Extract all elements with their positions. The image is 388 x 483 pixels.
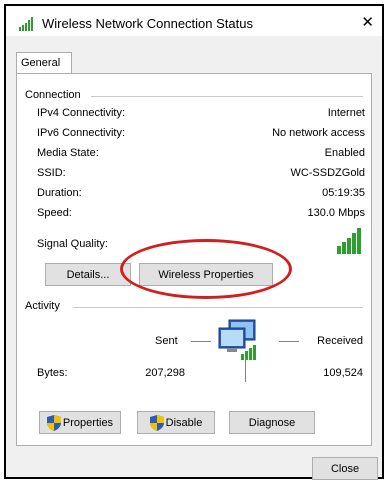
general-panel: Connection IPv4 Connectivity: Internet I… <box>16 73 372 446</box>
wireless-properties-button[interactable]: Wireless Properties <box>139 263 273 286</box>
properties-label: Properties <box>62 416 114 429</box>
title-bar: Wireless Network Connection Status ✕ <box>6 6 382 36</box>
speed-label: Speed: <box>37 207 72 219</box>
ssid-value: WC-SSDZGold <box>290 167 365 179</box>
media-state-value: Enabled <box>324 147 365 159</box>
ipv6-value: No network access <box>272 127 365 139</box>
sent-line <box>191 341 211 342</box>
received-label: Received <box>317 335 363 347</box>
close-icon[interactable]: ✕ <box>361 13 374 31</box>
bytes-sent-value: 207,298 <box>145 367 185 379</box>
bytes-received-value: 109,524 <box>323 367 363 379</box>
window-title: Wireless Network Connection Status <box>42 16 253 31</box>
sent-label: Sent <box>155 335 178 347</box>
properties-button[interactable]: Properties <box>39 411 121 434</box>
ssid-label: SSID: <box>37 167 66 179</box>
speed-value: 130.0 Mbps <box>307 207 365 219</box>
bytes-label: Bytes: <box>37 367 68 379</box>
diagnose-button[interactable]: Diagnose <box>229 411 315 434</box>
media-state-label: Media State: <box>37 147 99 159</box>
wireless-signal-icon <box>19 17 33 31</box>
network-computers-icon <box>218 319 256 360</box>
details-button[interactable]: Details... <box>45 263 131 286</box>
uac-shield-icon <box>149 414 164 431</box>
tab-general[interactable]: General <box>16 52 72 74</box>
duration-label: Duration: <box>37 187 82 199</box>
ipv4-value: Internet <box>327 107 365 119</box>
close-button[interactable]: Close <box>312 457 378 480</box>
duration-value: 05:19:35 <box>322 187 365 199</box>
received-line <box>279 341 299 342</box>
activity-heading: Activity <box>25 300 64 312</box>
connection-heading: Connection <box>25 89 85 101</box>
status-dialog: Wireless Network Connection Status ✕ Gen… <box>4 4 384 480</box>
signal-quality-label: Signal Quality: <box>37 238 108 250</box>
ipv6-label: IPv6 Connectivity: <box>37 127 126 139</box>
disable-label: Disable <box>165 416 203 429</box>
signal-strength-icon <box>337 228 361 254</box>
ipv4-label: IPv4 Connectivity: <box>37 107 126 119</box>
connection-divider <box>91 96 363 97</box>
tab-general-label: General <box>21 57 61 69</box>
disable-button[interactable]: Disable <box>137 411 215 434</box>
uac-shield-icon <box>46 414 61 431</box>
activity-divider <box>73 307 363 308</box>
bytes-divider <box>245 358 246 382</box>
